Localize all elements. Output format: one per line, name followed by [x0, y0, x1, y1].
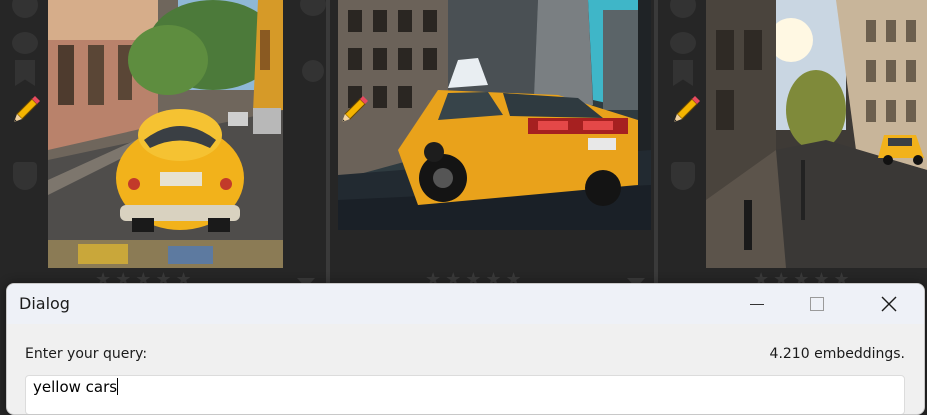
bookmark-icon[interactable]	[673, 60, 693, 86]
shield-icon[interactable]	[13, 162, 37, 190]
pencil-icon[interactable]	[10, 95, 40, 125]
query-input-value: yellow cars	[33, 378, 118, 396]
pencil-icon[interactable]	[338, 95, 368, 125]
search-icon[interactable]	[302, 60, 324, 82]
placeholder-icon	[670, 0, 696, 18]
photo-havana-classic-car	[48, 0, 283, 268]
shield-icon[interactable]	[671, 162, 695, 190]
bookmark-icon[interactable]	[15, 60, 35, 86]
minimize-icon	[750, 304, 764, 305]
query-prompt-label: Enter your query:	[25, 346, 148, 362]
dialog-titlebar[interactable]: Dialog	[7, 284, 924, 324]
text-caret	[117, 378, 119, 395]
thumbnail-panel-1: ★★★★★	[0, 0, 326, 300]
placeholder-icon	[12, 32, 38, 54]
thumbnail-panel-2: ★★★★★	[300, 0, 654, 300]
minimize-button[interactable]	[727, 284, 787, 324]
query-input[interactable]: yellow cars	[25, 375, 905, 414]
close-button[interactable]	[859, 284, 919, 324]
action-strip	[662, 0, 704, 300]
thumbnail-paris-street-yellow-taxi[interactable]	[706, 0, 927, 268]
thumbnail-panel-3: ★★★★★	[658, 0, 927, 300]
query-dialog: Dialog Enter your query: 4.210 embedding…	[6, 283, 925, 415]
placeholder-icon	[12, 0, 38, 18]
photo-new-york-taxi	[338, 0, 651, 230]
close-icon	[881, 296, 897, 312]
action-strip	[4, 0, 46, 300]
placeholder-icon	[670, 32, 696, 54]
embeddings-count: 4.210 embeddings.	[769, 346, 905, 362]
pencil-icon[interactable]	[670, 95, 700, 125]
maximize-button[interactable]	[787, 284, 847, 324]
maximize-icon	[810, 297, 824, 311]
thumbnail-new-york-yellow-taxi[interactable]	[338, 0, 651, 230]
thumbnail-havana-yellow-classic-car[interactable]	[48, 0, 283, 268]
photo-paris-street-taxi	[706, 0, 927, 268]
dialog-title: Dialog	[19, 294, 70, 313]
